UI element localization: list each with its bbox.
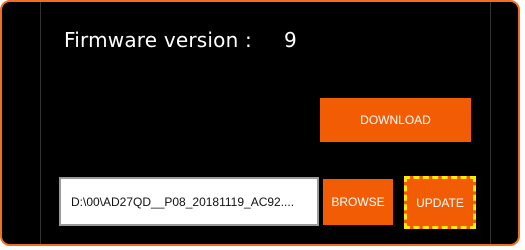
firmware-version-value: 9	[284, 28, 297, 52]
browse-button[interactable]: BROWSE	[323, 179, 393, 225]
firmware-update-panel: Firmware version : 9 DOWNLOAD D:\00\AD27…	[0, 0, 520, 246]
firmware-version-label: Firmware version :	[64, 28, 252, 52]
right-divider	[490, 2, 491, 244]
file-path-field[interactable]: D:\00\AD27QD__P08_20181119_AC92....	[59, 177, 319, 226]
update-button[interactable]: UPDATE	[404, 176, 476, 229]
download-button[interactable]: DOWNLOAD	[320, 98, 471, 142]
left-divider	[40, 2, 41, 244]
